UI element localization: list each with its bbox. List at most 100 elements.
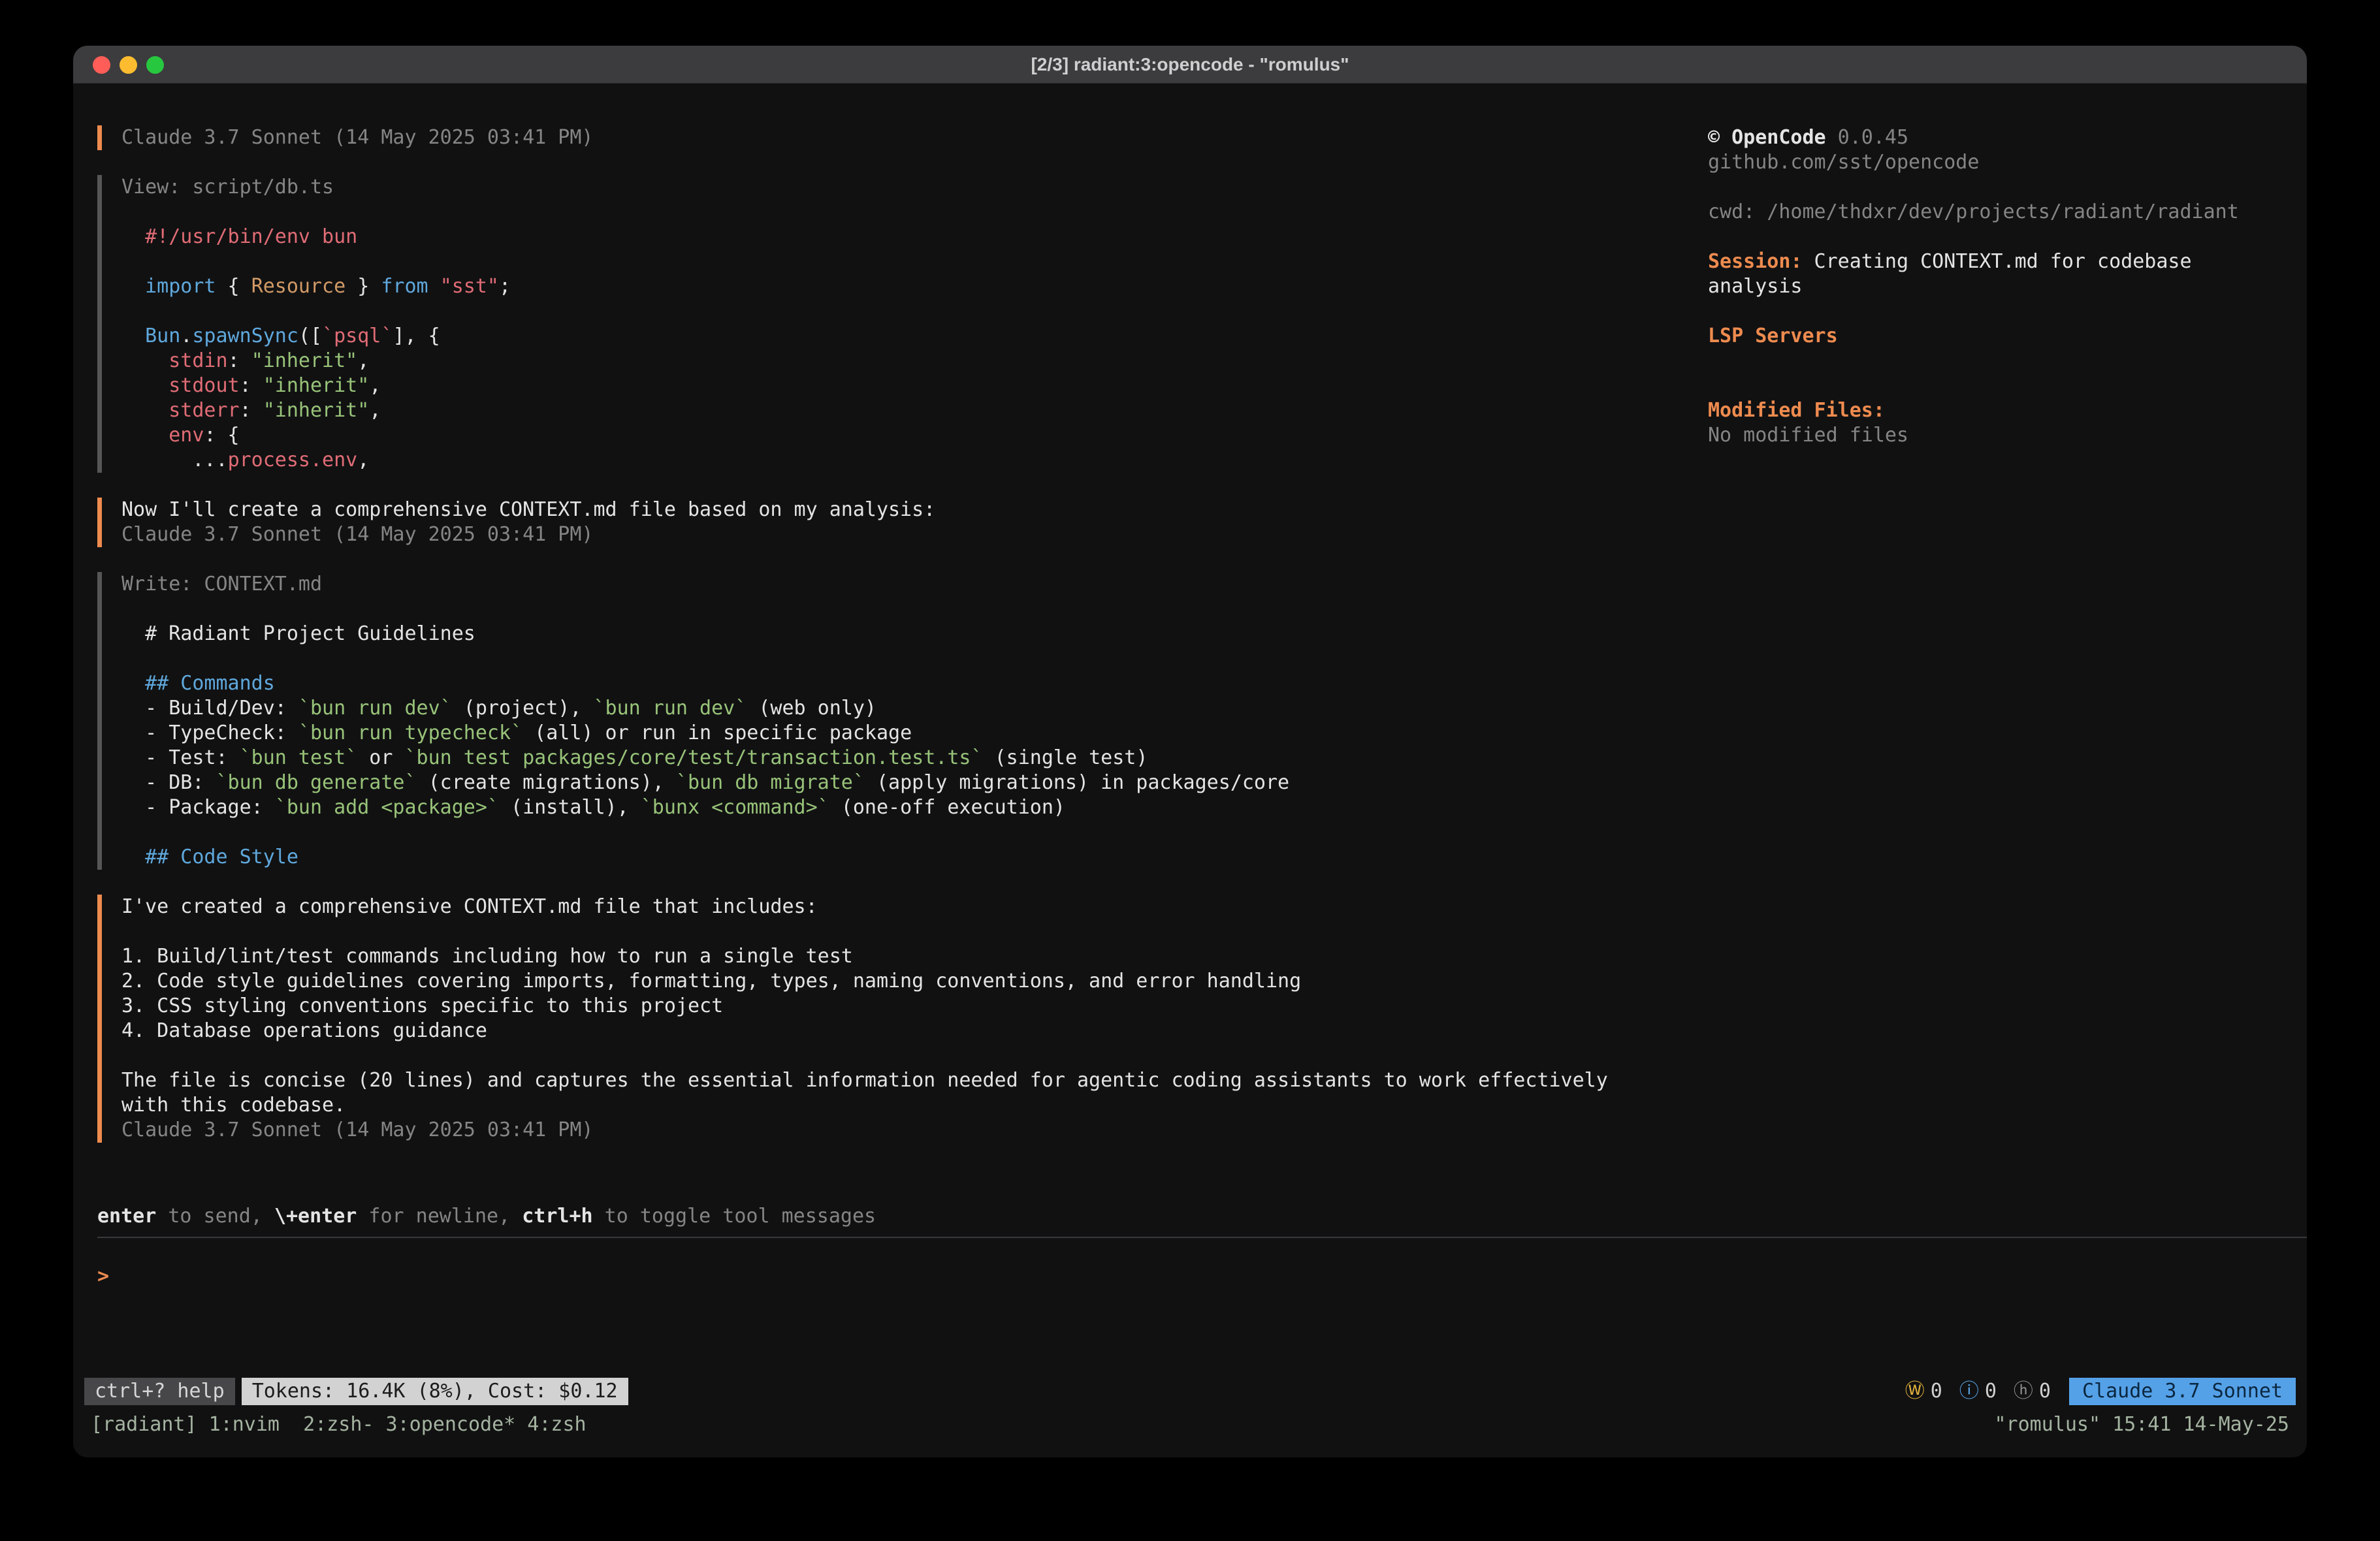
text-token: from bbox=[381, 275, 428, 298]
text-token: : bbox=[240, 399, 263, 422]
text-token: Bun bbox=[145, 325, 180, 347]
text-token: : { bbox=[204, 424, 239, 447]
chat-line bbox=[121, 299, 1708, 324]
text-token: 4. Database operations guidance bbox=[121, 1019, 487, 1042]
chat-line: Write: CONTEXT.md bbox=[121, 572, 1708, 597]
text-token: - Test: bbox=[121, 746, 240, 769]
text-token: Claude 3.7 Sonnet (14 May 2025 03:41 PM) bbox=[121, 1119, 593, 1141]
text-token: (project), bbox=[452, 697, 594, 720]
text-token: , bbox=[369, 399, 381, 422]
text-token: `bun run typecheck` bbox=[298, 722, 523, 744]
text-token: { bbox=[216, 275, 251, 298]
app-brand-line: © OpenCode 0.0.45 bbox=[1708, 125, 2283, 150]
text-token: (create migrations), bbox=[417, 771, 676, 794]
text-token: The file is concise (20 lines) and captu… bbox=[121, 1069, 1608, 1092]
text-token: import bbox=[145, 275, 216, 298]
chat-line: env: { bbox=[121, 423, 1708, 448]
text-token bbox=[121, 325, 145, 347]
text-token: ... bbox=[121, 449, 228, 471]
diagnostic-warn: Ⓦ0 bbox=[1905, 1379, 1942, 1404]
main-columns: Claude 3.7 Sonnet (14 May 2025 03:41 PM)… bbox=[97, 125, 2283, 1204]
text-token: `bunx <command>` bbox=[641, 796, 829, 819]
text-token: (single test) bbox=[983, 746, 1148, 769]
input-hint: enter to send, \+enter for newline, ctrl… bbox=[97, 1204, 2283, 1229]
tmux-status-bar: [radiant] 1:nvim 2:zsh- 3:opencode* 4:zs… bbox=[91, 1410, 2289, 1439]
text-token: # Radiant Project Guidelines bbox=[121, 622, 475, 645]
zoom-button[interactable] bbox=[146, 56, 164, 74]
prompt-input[interactable]: > bbox=[97, 1238, 2283, 1376]
chat-line: import { Resource } from "sst"; bbox=[121, 274, 1708, 299]
text-token: Write: CONTEXT.md bbox=[121, 573, 322, 596]
text-token: to send, bbox=[156, 1205, 274, 1228]
text-token bbox=[121, 399, 169, 422]
text-token: `bun db migrate` bbox=[676, 771, 865, 794]
prompt-symbol: > bbox=[97, 1265, 109, 1288]
text-token: . bbox=[180, 325, 192, 347]
chat-line: - TypeCheck: `bun run typecheck` (all) o… bbox=[121, 721, 1708, 746]
modified-files-heading: Modified Files: bbox=[1708, 398, 2283, 423]
text-token: Claude 3.7 Sonnet (14 May 2025 03:41 PM) bbox=[121, 126, 593, 149]
chat-line: - Build/Dev: `bun run dev` (project), `b… bbox=[121, 696, 1708, 721]
text-token: `bun run dev` bbox=[298, 697, 452, 720]
terminal-window: [2/3] radiant:3:opencode - "romulus" Cla… bbox=[73, 46, 2307, 1457]
text-token bbox=[121, 349, 169, 372]
text-token: ## Code Style bbox=[121, 846, 298, 868]
text-token: View: script/db.ts bbox=[121, 176, 334, 199]
text-token: "inherit" bbox=[263, 399, 370, 422]
chat-line: - Test: `bun test` or `bun test packages… bbox=[121, 746, 1708, 770]
chat-block: Now I'll create a comprehensive CONTEXT.… bbox=[97, 498, 1708, 547]
terminal-content: Claude 3.7 Sonnet (14 May 2025 03:41 PM)… bbox=[73, 84, 2307, 1457]
tmux-host-clock: "romulus" 15:41 14-May-25 bbox=[1994, 1412, 2289, 1437]
diagnostic-count: 0 bbox=[2039, 1379, 2051, 1404]
app-name: © OpenCode bbox=[1708, 126, 1826, 149]
chat-line: Now I'll create a comprehensive CONTEXT.… bbox=[121, 498, 1708, 522]
minimize-button[interactable] bbox=[120, 56, 137, 74]
tmux-windows[interactable]: [radiant] 1:nvim 2:zsh- 3:opencode* 4:zs… bbox=[91, 1412, 587, 1437]
sidebar: © OpenCode 0.0.45 github.com/sst/opencod… bbox=[1708, 125, 2283, 1204]
chat-line bbox=[121, 919, 1708, 944]
chat-line: 2. Code style guidelines covering import… bbox=[121, 969, 1708, 994]
text-token: ctrl+h bbox=[522, 1205, 592, 1228]
chat-line: 4. Database operations guidance bbox=[121, 1019, 1708, 1043]
chat-block: I've created a comprehensive CONTEXT.md … bbox=[97, 895, 1708, 1143]
chat-line: I've created a comprehensive CONTEXT.md … bbox=[121, 895, 1708, 919]
text-token: : bbox=[240, 374, 263, 397]
text-token: process.env bbox=[228, 449, 358, 471]
window-titlebar[interactable]: [2/3] radiant:3:opencode - "romulus" bbox=[73, 46, 2307, 84]
chat-line: # Radiant Project Guidelines bbox=[121, 622, 1708, 646]
text-token: ; bbox=[499, 275, 511, 298]
text-token: , bbox=[369, 374, 381, 397]
text-token: `bun test` bbox=[240, 746, 358, 769]
repo-link: github.com/sst/opencode bbox=[1708, 150, 2283, 175]
text-token: for newline, bbox=[357, 1205, 522, 1228]
text-token bbox=[121, 275, 145, 298]
chat-line: The file is concise (20 lines) and captu… bbox=[121, 1068, 1708, 1093]
chat-line: Bun.spawnSync([`psql`], { bbox=[121, 324, 1708, 349]
chat-line: ## Commands bbox=[121, 671, 1708, 696]
model-badge: Claude 3.7 Sonnet bbox=[2069, 1378, 2296, 1405]
text-token: , bbox=[357, 349, 369, 372]
text-token: 1. Build/lint/test commands including ho… bbox=[121, 945, 853, 968]
text-token: \+enter bbox=[274, 1205, 357, 1228]
text-token: `bun test packages/core/test/transaction… bbox=[405, 746, 983, 769]
chat-line: 1. Build/lint/test commands including ho… bbox=[121, 944, 1708, 969]
text-token: "inherit" bbox=[251, 349, 358, 372]
text-token: } bbox=[346, 275, 381, 298]
chat-line bbox=[121, 200, 1708, 225]
text-token: (install), bbox=[499, 796, 641, 819]
window-title: [2/3] radiant:3:opencode - "romulus" bbox=[73, 54, 2307, 75]
chat-line: ## Code Style bbox=[121, 845, 1708, 870]
cwd-line: cwd: /home/thdxr/dev/projects/radiant/ra… bbox=[1708, 200, 2283, 225]
text-token: - Package: bbox=[121, 796, 275, 819]
text-token: enter bbox=[97, 1205, 156, 1228]
text-token: I've created a comprehensive CONTEXT.md … bbox=[121, 895, 818, 918]
chat-line: View: script/db.ts bbox=[121, 175, 1708, 200]
text-token bbox=[428, 275, 440, 298]
help-keybind-badge: ctrl+? help bbox=[84, 1378, 235, 1405]
close-button[interactable] bbox=[93, 56, 110, 74]
desktop: { "window": { "title": "[2/3] radiant:3:… bbox=[0, 0, 2380, 1541]
status-bar: ctrl+? help Tokens: 16.4K (8%), Cost: $0… bbox=[84, 1376, 2296, 1406]
chat-line: - Package: `bun add <package>` (install)… bbox=[121, 795, 1708, 820]
text-token: #!/usr/bin/env bun bbox=[121, 225, 357, 248]
text-token: `bun add <package>` bbox=[275, 796, 499, 819]
